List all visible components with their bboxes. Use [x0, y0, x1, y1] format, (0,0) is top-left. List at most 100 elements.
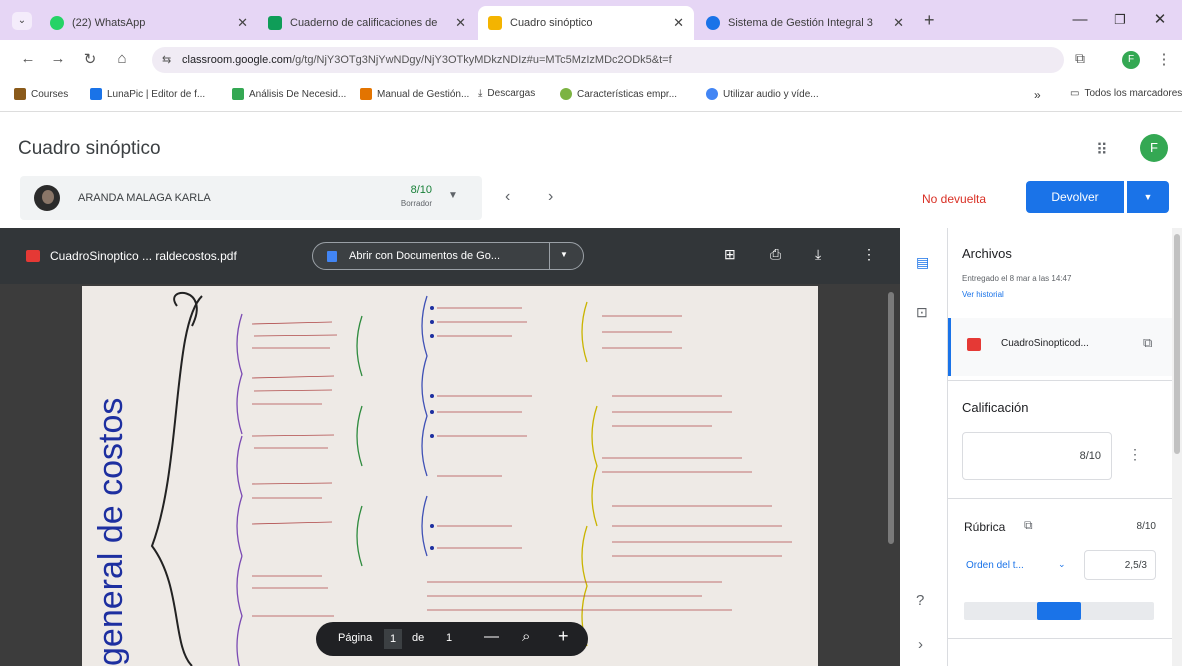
bookmarks-bar: Courses LunaPic | Editor de f... Análisi…	[0, 80, 1182, 112]
more-vert-icon[interactable]: ⋮	[1128, 446, 1142, 463]
maximize-button[interactable]: ❐	[1100, 8, 1140, 32]
tab-whatsapp[interactable]: (22) WhatsApp ✕	[40, 6, 258, 40]
whatsapp-icon	[50, 16, 64, 30]
pdf-scrollbar[interactable]	[888, 292, 894, 544]
student-selector[interactable]: ARANDA MALAGA KARLA 8/10 Borrador ▼	[20, 176, 482, 220]
forward-arrow-icon[interactable]: →	[48, 50, 68, 67]
scroll-thumb[interactable]	[1174, 234, 1180, 454]
open-rubric-icon[interactable]: ⧉	[1024, 518, 1033, 533]
handwritten-diagram: general de costos	[82, 286, 818, 671]
criterion-score-input[interactable]: 2,5/3	[1084, 550, 1156, 580]
criterion-selector[interactable]: Orden del t...	[966, 560, 1024, 571]
previous-student-button[interactable]: ‹	[505, 188, 510, 206]
help-icon[interactable]: ?	[916, 592, 924, 609]
tab-title: Cuadro sinóptico	[510, 17, 593, 29]
bookmark-page-icon	[560, 88, 572, 100]
bookmark-item[interactable]: Análisis De Necesid...	[232, 88, 346, 100]
attached-file[interactable]: CuadroSinopticod... ⧉	[948, 318, 1172, 376]
page-number-input[interactable]: 1	[384, 629, 402, 649]
classroom-icon	[268, 16, 282, 30]
zoom-in-button[interactable]: +	[558, 626, 569, 647]
return-button[interactable]: Devolver	[1026, 181, 1124, 213]
comments-panel-icon[interactable]: ⊡	[916, 304, 928, 321]
new-tab-button[interactable]: +	[924, 10, 935, 31]
expand-panel-chevron-icon[interactable]: ›	[918, 636, 923, 653]
grade-value: 8/10	[1079, 450, 1101, 462]
page-label: Página	[338, 632, 373, 644]
close-icon[interactable]: ✕	[673, 15, 684, 31]
close-icon[interactable]: ✕	[893, 15, 904, 31]
address-bar[interactable]: ⇆ classroom.google.com/g/tg/NjY3OTg3NjYw…	[152, 47, 1064, 73]
open-with-label: Abrir con Documentos de Go...	[349, 250, 501, 262]
add-comment-icon[interactable]: ⊞	[724, 246, 736, 263]
bookmark-item[interactable]: Utilizar audio y víde...	[706, 88, 819, 100]
more-vert-icon[interactable]: ⋮	[862, 246, 876, 263]
zoom-out-button[interactable]: —	[484, 628, 499, 645]
bookmark-item[interactable]: Manual de Gestión...	[360, 88, 469, 100]
page-navigator: Página 1 de 1 — ⌕ +	[316, 622, 588, 656]
open-in-new-icon[interactable]: ⧉	[1143, 335, 1152, 351]
files-panel-icon[interactable]: ▤	[916, 254, 929, 271]
apps-grid-icon[interactable]: ⠿	[1096, 140, 1108, 160]
page-total: 1	[446, 632, 453, 644]
courses-icon	[14, 88, 26, 100]
avatar	[34, 185, 60, 211]
download-icon: ⤓	[478, 88, 483, 99]
profile-avatar[interactable]: F	[1122, 51, 1140, 69]
rubric-total: 8/10	[1136, 521, 1156, 532]
chevron-down-icon[interactable]: ▼	[448, 190, 458, 201]
tab-title: Cuaderno de calificaciones de	[290, 17, 438, 29]
manual-icon	[360, 88, 372, 100]
tab-gradebook[interactable]: Cuaderno de calificaciones de ✕	[258, 6, 476, 40]
tab-title: Sistema de Gestión Integral 3	[728, 17, 873, 29]
panel-scrollbar[interactable]	[1172, 228, 1182, 666]
files-heading: Archivos	[962, 246, 1012, 261]
tab-cuadro-sinoptico[interactable]: Cuadro sinóptico ✕	[478, 6, 694, 40]
next-student-button[interactable]: ›	[548, 188, 553, 206]
close-window-button[interactable]: ✕	[1140, 8, 1180, 32]
more-vert-icon[interactable]: ⋮	[1154, 50, 1174, 68]
side-rail: ▤ ⊡ ? ›	[900, 228, 948, 666]
grade-input[interactable]: 8/10	[962, 432, 1112, 480]
all-bookmarks-folder[interactable]: ▭ Todos los marcadores	[1070, 88, 1182, 99]
account-avatar[interactable]: F	[1140, 134, 1168, 162]
pdf-icon	[967, 338, 981, 351]
reload-icon[interactable]: ↻	[80, 50, 100, 68]
folder-icon: ▭	[1070, 88, 1080, 99]
pdf-icon	[26, 250, 40, 262]
close-icon[interactable]: ✕	[455, 15, 466, 31]
download-icon[interactable]: ⤓	[815, 246, 821, 263]
close-icon[interactable]: ✕	[237, 15, 248, 31]
return-options-button[interactable]: ▼	[1127, 181, 1169, 213]
back-arrow-icon[interactable]: ←	[18, 50, 38, 67]
tab-sistema-gestion[interactable]: Sistema de Gestión Integral 3 ✕	[696, 6, 914, 40]
student-grade: 8/10	[410, 184, 432, 196]
details-panel: Archivos Entregado el 8 mar a las 14:47 …	[948, 228, 1172, 666]
page-of-label: de	[412, 632, 425, 644]
minimize-button[interactable]: —	[1060, 8, 1100, 32]
tab-search-button[interactable]: ⌄	[12, 12, 32, 30]
bookmarks-overflow-button[interactable]: »	[1034, 88, 1041, 102]
site-info-icon[interactable]: ⇆	[162, 47, 171, 73]
bookmark-item[interactable]: ⤓ Descargas	[478, 88, 535, 99]
chevron-down-icon[interactable]: ⌄	[1058, 559, 1066, 570]
history-link[interactable]: Ver historial	[962, 290, 1004, 299]
home-icon[interactable]: ⌂	[112, 50, 132, 67]
bookmark-item[interactable]: LunaPic | Editor de f...	[90, 88, 205, 100]
classroom-header: Cuadro sinóptico ⠿ F	[0, 118, 1182, 176]
rubric-level-selected[interactable]	[1037, 602, 1081, 620]
grade-heading: Calificación	[962, 400, 1029, 415]
url-path: /g/tg/NjY3OTg3NjYwNDgy/NjY3OTkyMDkzNDIz#…	[292, 54, 672, 66]
criterion-score: 2,5/3	[1124, 560, 1147, 571]
print-icon[interactable]: ⎙	[770, 246, 781, 263]
open-with-docs-button[interactable]: Abrir con Documentos de Go... ▼	[312, 242, 584, 270]
google-icon	[706, 88, 718, 100]
bookmark-item[interactable]: Courses	[14, 88, 68, 100]
bookmark-item[interactable]: Características empr...	[560, 88, 677, 100]
rubric-level-bar[interactable]	[964, 602, 1154, 620]
submitted-timestamp: Entregado el 8 mar a las 14:47	[962, 274, 1072, 283]
extensions-icon[interactable]: ⧉	[1070, 50, 1090, 67]
chevron-down-icon[interactable]: ▼	[560, 250, 568, 259]
drive-icon	[232, 88, 244, 100]
handwritten-title: general de costos	[92, 398, 130, 666]
